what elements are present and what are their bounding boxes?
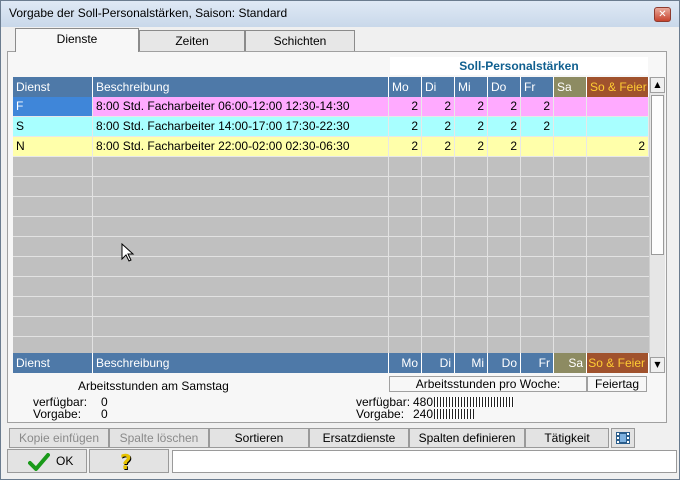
soll-value-di[interactable]: 2 — [422, 117, 455, 137]
bottom-header-2[interactable]: Mo — [389, 353, 422, 373]
soll-value-sa[interactable] — [554, 117, 587, 137]
tab-label: Dienste — [56, 32, 98, 46]
samstag-vorgabe-value: 0 — [101, 407, 108, 421]
vertical-scrollbar[interactable]: ▲ ▼ — [649, 77, 665, 373]
top-header-8[interactable]: So & Feier — [587, 77, 649, 97]
scroll-thumb[interactable] — [651, 95, 664, 255]
woche-vorgabe-value: 240 — [413, 407, 434, 421]
soll-personalstaerken-title: Soll-Personalstärken — [390, 57, 648, 75]
woche-verfuegbar-bar — [434, 397, 514, 407]
dienst-beschreibung[interactable]: 8:00 Std. Facharbeiter 14:00-17:00 17:30… — [93, 117, 389, 137]
title-bar: Vorgabe der Soll-Personalstärken, Saison… — [1, 1, 679, 27]
top-header-3[interactable]: Di — [422, 77, 455, 97]
scroll-up-button[interactable]: ▲ — [650, 77, 665, 93]
sortieren-button[interactable]: Sortieren — [209, 428, 309, 448]
soll-value-fr[interactable] — [521, 137, 554, 157]
tab-schichten[interactable]: Schichten — [245, 30, 355, 52]
dienst-code[interactable]: N — [13, 137, 93, 157]
soll-value-di[interactable]: 2 — [422, 97, 455, 117]
close-icon: ✕ — [658, 9, 667, 20]
question-mark-icon: ? — [120, 450, 132, 474]
grid-row-divider — [13, 256, 649, 257]
top-header-0[interactable]: Dienst — [13, 77, 93, 97]
tab-label: Zeiten — [175, 34, 209, 48]
soll-value-mo[interactable]: 2 — [389, 97, 422, 117]
top-header-1[interactable]: Beschreibung — [93, 77, 389, 97]
samstag-title: Arbeitsstunden am Samstag — [78, 379, 229, 393]
grid-row-divider — [13, 316, 649, 317]
spalten-definieren-button[interactable]: Spalten definieren — [409, 428, 525, 448]
scroll-down-button[interactable]: ▼ — [650, 357, 665, 373]
soll-value-do[interactable]: 2 — [488, 137, 521, 157]
ok-button[interactable]: OK — [7, 449, 87, 473]
soll-value-mi[interactable]: 2 — [455, 117, 488, 137]
bottom-header-7[interactable]: Sa — [554, 353, 587, 373]
top-header-5[interactable]: Do — [488, 77, 521, 97]
soll-value-sofeier[interactable] — [587, 117, 649, 137]
soll-value-mi[interactable]: 2 — [455, 137, 488, 157]
bottom-header-0[interactable]: Dienst — [13, 353, 93, 373]
top-header-2[interactable]: Mo — [389, 77, 422, 97]
dienst-beschreibung[interactable]: 8:00 Std. Facharbeiter 22:00-02:00 02:30… — [93, 137, 389, 157]
feiertag-header: Feiertag — [587, 376, 647, 392]
soll-value-sa[interactable] — [554, 137, 587, 157]
soll-value-do[interactable]: 2 — [488, 97, 521, 117]
top-header-7[interactable]: Sa — [554, 77, 587, 97]
soll-value-sa[interactable] — [554, 97, 587, 117]
window-title: Vorgabe der Soll-Personalstärken, Saison… — [9, 6, 288, 20]
woche-header: Arbeitsstunden pro Woche: — [389, 376, 587, 392]
triangle-down-icon: ▼ — [654, 360, 661, 369]
kopie-einfuegen-button[interactable]: Kopie einfügen — [9, 428, 109, 448]
samstag-vorgabe-label: Vorgabe: — [33, 407, 82, 421]
soll-value-do[interactable]: 2 — [488, 117, 521, 137]
dienste-grid[interactable]: Dienst Beschreibung Mo Di Mi Do Fr Sa So & Feier… — [13, 77, 649, 373]
tab-label: Schichten — [273, 34, 327, 48]
dienst-code[interactable]: S — [13, 117, 93, 137]
film-icon — [616, 432, 630, 444]
status-bar — [172, 450, 677, 473]
ok-label: OK — [56, 454, 74, 468]
tab-zeiten[interactable]: Zeiten — [139, 30, 245, 52]
soll-value-sofeier[interactable]: 2 — [587, 137, 649, 157]
soll-value-mo[interactable]: 2 — [389, 117, 422, 137]
grid-row-divider — [13, 216, 649, 217]
bottom-header-5[interactable]: Do — [488, 353, 521, 373]
help-button[interactable]: ? — [89, 449, 169, 474]
dialog-window: Vorgabe der Soll-Personalstärken, Saison… — [0, 0, 680, 480]
soll-value-fr[interactable]: 2 — [521, 117, 554, 137]
dienst-beschreibung[interactable]: 8:00 Std. Facharbeiter 06:00-12:00 12:30… — [93, 97, 389, 117]
spalte-loeschen-button[interactable]: Spalte löschen — [109, 428, 209, 448]
soll-value-mo[interactable]: 2 — [389, 137, 422, 157]
grid-row-divider — [13, 236, 649, 237]
film-button[interactable] — [611, 428, 635, 448]
grid-row-divider — [13, 336, 649, 337]
bottom-header-8[interactable]: So & Feier — [587, 353, 649, 373]
top-header-6[interactable]: Fr — [521, 77, 554, 97]
woche-vorgabe-label: Vorgabe: — [356, 407, 405, 421]
ersatzdienste-button[interactable]: Ersatzdienste — [309, 428, 409, 448]
soll-value-mi[interactable]: 2 — [455, 97, 488, 117]
bottom-header-4[interactable]: Mi — [455, 353, 488, 373]
top-header-4[interactable]: Mi — [455, 77, 488, 97]
bottom-header-6[interactable]: Fr — [521, 353, 554, 373]
dienst-code[interactable]: F — [13, 97, 93, 117]
soll-value-sofeier[interactable] — [587, 97, 649, 117]
grid-row-divider — [13, 276, 649, 277]
taetigkeit-button[interactable]: Tätigkeit — [525, 428, 609, 448]
woche-vorgabe-bar — [434, 409, 474, 419]
bottom-header-3[interactable]: Di — [422, 353, 455, 373]
bottom-header-1[interactable]: Beschreibung — [93, 353, 389, 373]
tab-dienste[interactable]: Dienste — [15, 28, 139, 52]
mouse-cursor-icon — [121, 243, 135, 262]
grid-row-divider — [13, 176, 649, 177]
soll-value-di[interactable]: 2 — [422, 137, 455, 157]
grid-row-divider — [13, 196, 649, 197]
close-button[interactable]: ✕ — [654, 7, 671, 22]
checkmark-icon — [28, 453, 50, 471]
triangle-up-icon: ▲ — [654, 80, 661, 89]
grid-row-divider — [13, 296, 649, 297]
soll-value-fr[interactable]: 2 — [521, 97, 554, 117]
